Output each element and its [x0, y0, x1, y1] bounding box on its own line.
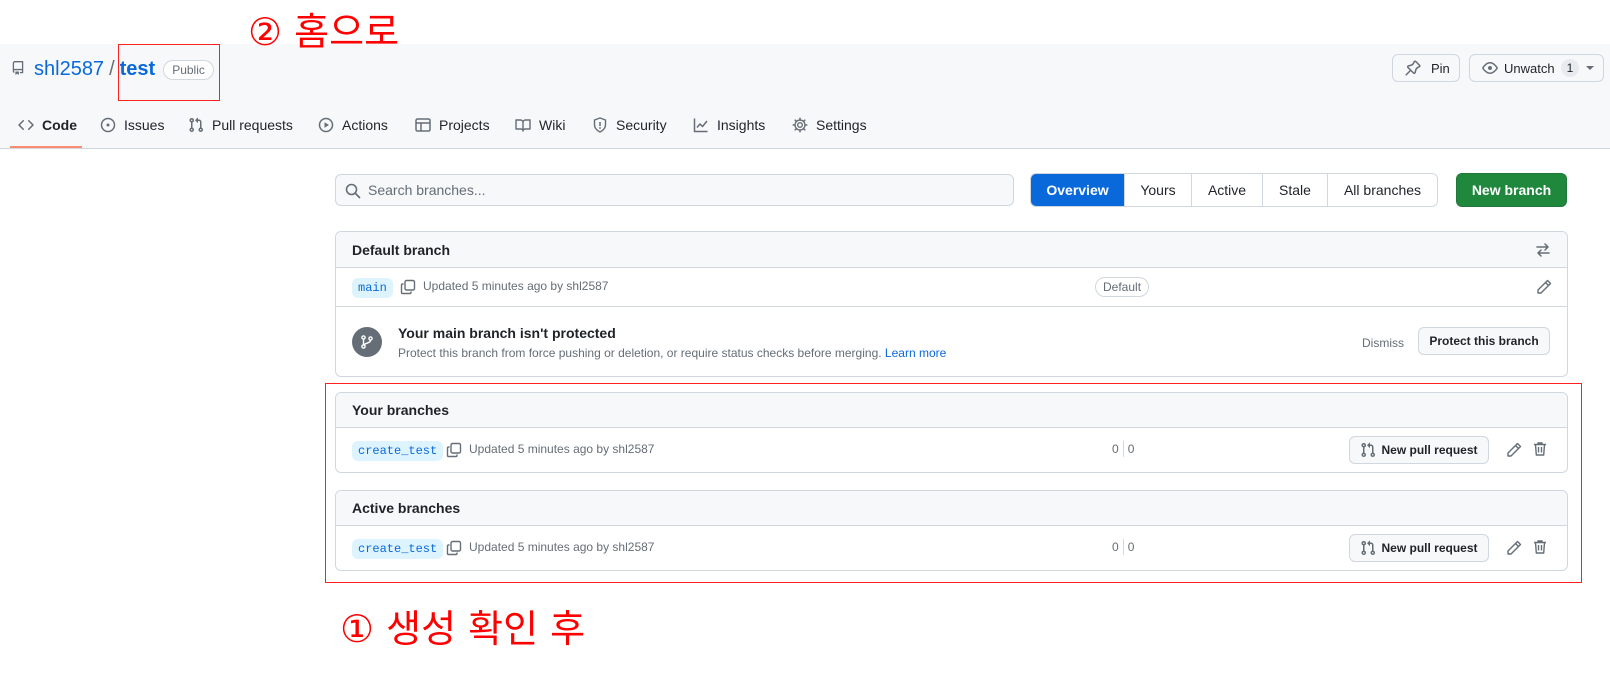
filter-all-branches[interactable]: All branches — [1327, 174, 1437, 206]
search-field[interactable] — [335, 174, 1014, 206]
tab-issues[interactable]: Issues — [100, 113, 164, 137]
tab-code-label: Code — [42, 117, 77, 133]
default-branch-updated: Updated 5 minutes ago by shl2587 — [423, 279, 609, 293]
repo-icon — [11, 60, 25, 76]
annotation-box-branches — [325, 383, 1582, 583]
book-icon — [515, 119, 531, 132]
code-icon — [18, 120, 34, 130]
gear-icon — [792, 117, 808, 133]
annotation-step-1: ① 생성 확인 후 — [340, 607, 586, 651]
caret-down-icon — [1586, 66, 1595, 70]
table-icon — [415, 118, 431, 132]
default-branch-row: main Updated 5 minutes ago by shl2587 De… — [336, 268, 1567, 307]
tab-security[interactable]: Security — [592, 113, 667, 137]
default-branch-header: Default branch — [336, 232, 1567, 268]
pull-request-icon — [189, 117, 204, 133]
tab-pull-requests-label: Pull requests — [212, 117, 293, 133]
pin-icon — [1405, 60, 1421, 76]
git-branch-icon — [352, 327, 382, 357]
pin-label: Pin — [1431, 60, 1450, 76]
filter-overview[interactable]: Overview — [1031, 174, 1124, 206]
default-branch-panel: Default branch main Updated 5 minutes ag… — [335, 231, 1568, 377]
tab-insights-label: Insights — [717, 117, 766, 133]
filter-yours[interactable]: Yours — [1124, 174, 1191, 206]
filter-active[interactable]: Active — [1191, 174, 1262, 206]
default-badge: Default — [1095, 277, 1150, 297]
tab-issues-label: Issues — [124, 117, 165, 133]
tab-code[interactable]: Code — [18, 113, 77, 137]
annotation-step-2: ② 홈으로 — [248, 10, 400, 54]
pencil-icon[interactable] — [1536, 279, 1552, 295]
tab-wiki[interactable]: Wiki — [515, 113, 565, 137]
protection-description: Protect this branch from force pushing o… — [398, 346, 882, 360]
issue-icon — [100, 117, 116, 133]
unwatch-button[interactable]: Unwatch 1 — [1469, 54, 1604, 82]
watch-count: 1 — [1560, 59, 1580, 77]
annotation-box-repo-name — [118, 44, 220, 101]
protection-notice: Your main branch isn't protected Protect… — [336, 307, 1567, 376]
repo-path-separator: / — [109, 58, 115, 80]
protection-title: Your main branch isn't protected — [398, 325, 616, 341]
tab-pull-requests[interactable]: Pull requests — [188, 113, 293, 137]
tab-projects[interactable]: Projects — [415, 113, 490, 137]
tab-wiki-label: Wiki — [539, 117, 566, 133]
copy-icon[interactable] — [400, 279, 416, 295]
tab-security-label: Security — [616, 117, 667, 133]
tab-actions-label: Actions — [342, 117, 388, 133]
filter-stale[interactable]: Stale — [1262, 174, 1327, 206]
tab-insights[interactable]: Insights — [693, 113, 765, 137]
active-tab-indicator — [10, 146, 82, 148]
tab-settings-label: Settings — [816, 117, 867, 133]
branch-name-main[interactable]: main — [352, 278, 393, 298]
learn-more-link[interactable]: Learn more — [885, 346, 946, 360]
protect-branch-button[interactable]: Protect this branch — [1418, 327, 1550, 355]
shield-icon — [593, 117, 607, 133]
pin-button[interactable]: Pin — [1392, 54, 1460, 82]
dismiss-button[interactable]: Dismiss — [1362, 336, 1404, 350]
search-input[interactable] — [368, 175, 998, 205]
unwatch-label: Unwatch — [1504, 60, 1555, 76]
new-branch-button[interactable]: New branch — [1456, 173, 1567, 207]
tab-actions[interactable]: Actions — [318, 113, 388, 137]
play-icon — [318, 117, 334, 133]
repo-owner-link[interactable]: shl2587 — [34, 58, 104, 81]
default-branch-title: Default branch — [352, 241, 451, 258]
branch-filter-group: Overview Yours Active Stale All branches — [1030, 173, 1438, 207]
search-icon — [345, 183, 361, 199]
eye-icon — [1482, 62, 1498, 74]
tab-settings[interactable]: Settings — [792, 113, 867, 137]
graph-icon — [693, 118, 708, 133]
tab-projects-label: Projects — [439, 117, 490, 133]
switch-default-branch-icon[interactable] — [1535, 242, 1551, 258]
